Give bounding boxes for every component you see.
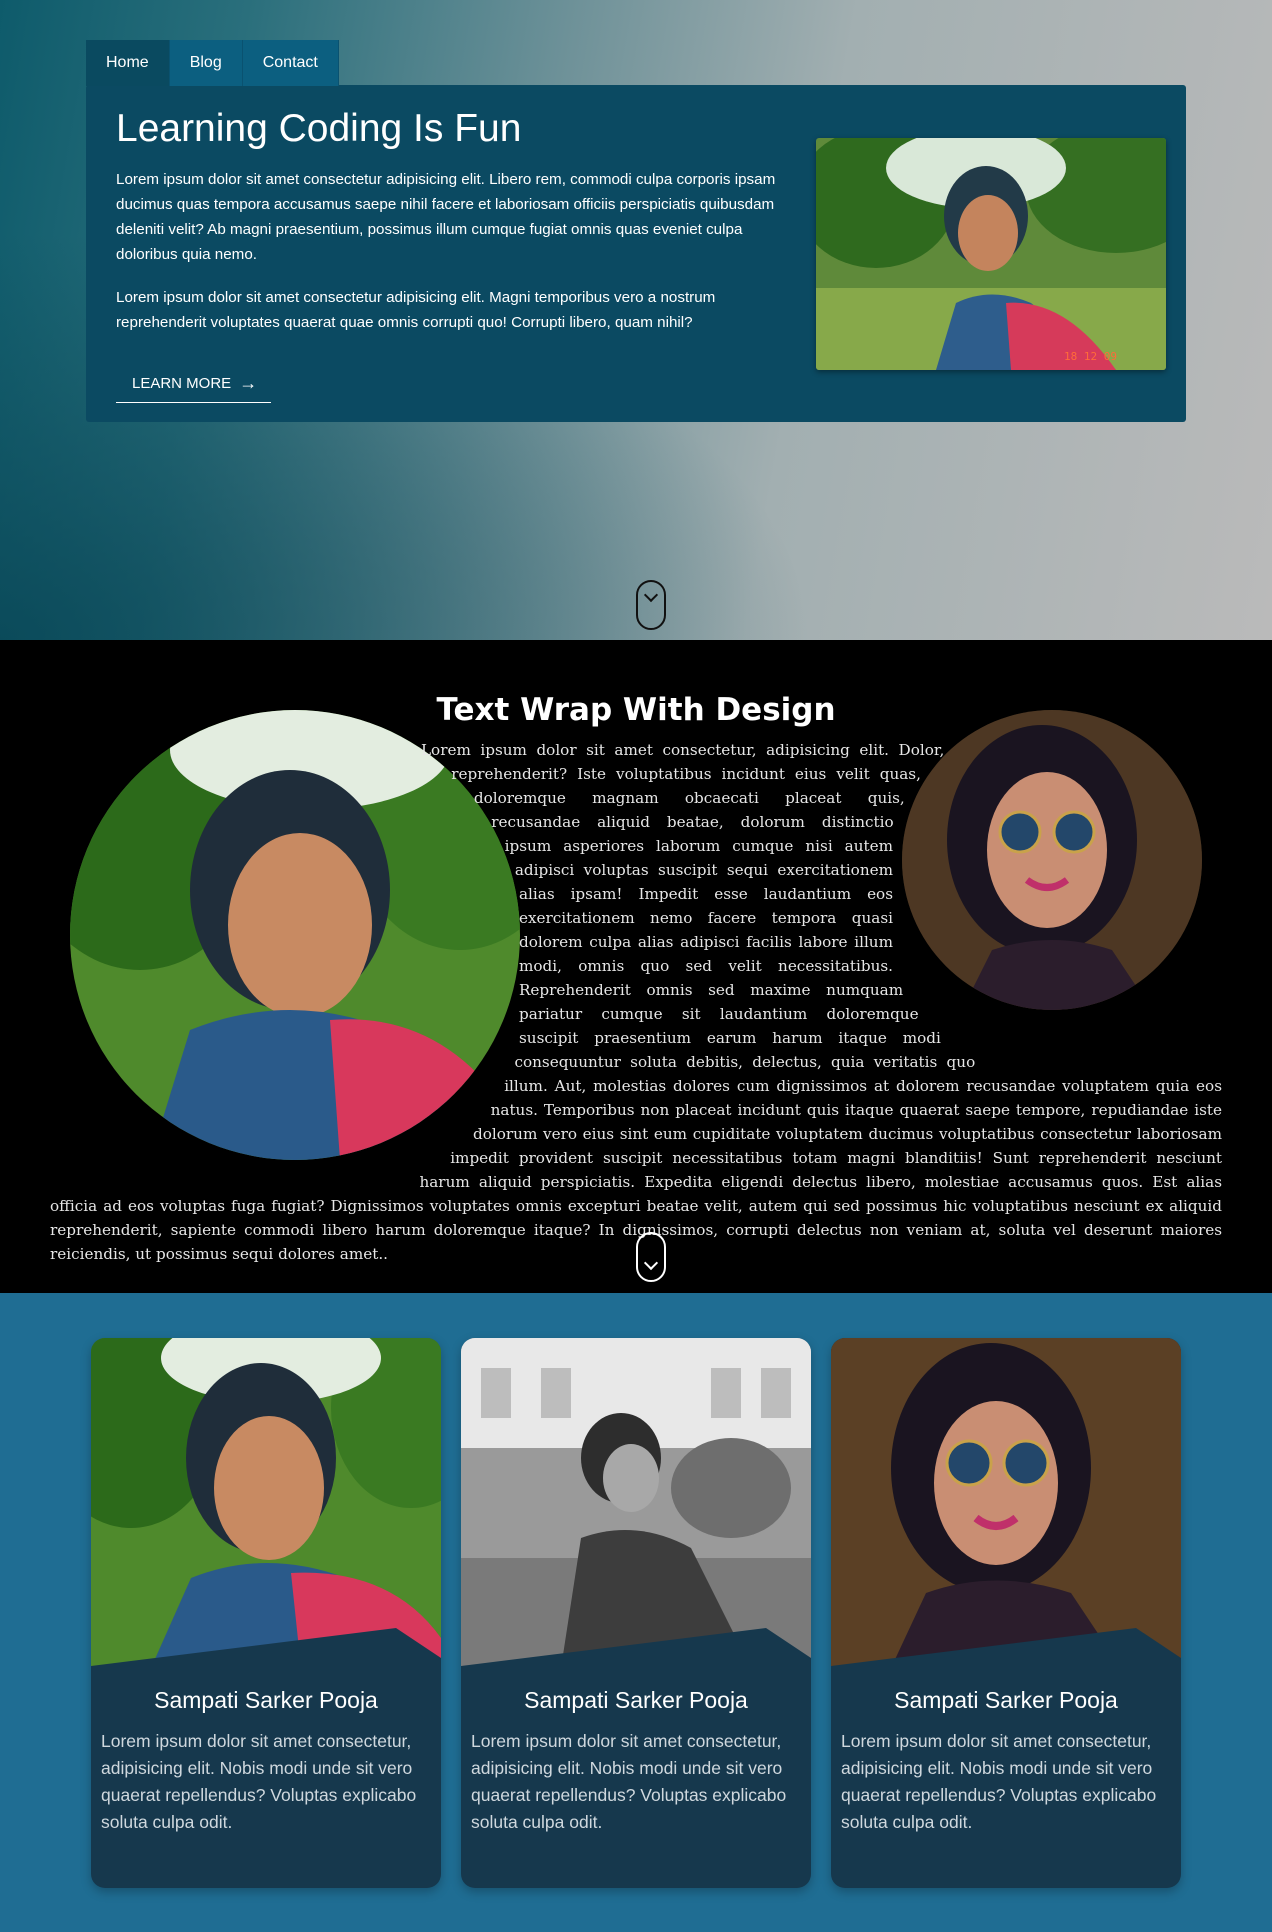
- hero-paragraph-1: Lorem ipsum dolor sit amet consectetur a…: [116, 171, 776, 263]
- profile-name: Sampati Sarker Pooja: [154, 1687, 378, 1713]
- hero-photo-illustration: 18 12 09: [816, 138, 1166, 370]
- tab-blog[interactable]: Blog: [169, 40, 243, 86]
- profile-name: Sampati Sarker Pooja: [524, 1687, 748, 1713]
- profile-card[interactable]: Sampati Sarker Pooja Lorem ipsum dolor s…: [831, 1338, 1181, 1888]
- photo-date-stamp: 18 12 09: [1064, 350, 1117, 363]
- profile-description: Lorem ipsum dolor sit amet consectetur, …: [841, 1731, 1157, 1832]
- profile-card[interactable]: Sampati Sarker Pooja Lorem ipsum dolor s…: [91, 1338, 441, 1888]
- learn-more-label: LEARN MORE: [132, 375, 232, 392]
- profile-name: Sampati Sarker Pooja: [894, 1687, 1118, 1713]
- top-nav: Home Blog Contact: [86, 40, 339, 86]
- hero-card: Learning Coding Is Fun Lorem ipsum dolor…: [86, 85, 1186, 422]
- tab-home[interactable]: Home: [86, 40, 170, 86]
- hero-paragraph-2: Lorem ipsum dolor sit amet consectetur a…: [116, 289, 716, 331]
- page-title: Learning Coding Is Fun: [116, 107, 522, 150]
- profile-description: Lorem ipsum dolor sit amet consectetur, …: [101, 1731, 417, 1832]
- text-wrap-section: Text Wrap With Design Lorem ipsum dolor …: [0, 640, 1272, 1293]
- tab-contact[interactable]: Contact: [242, 40, 339, 86]
- scroll-down-icon-2[interactable]: [636, 1232, 666, 1282]
- arrow-right-icon: →: [239, 373, 258, 393]
- profile-card[interactable]: Sampati Sarker Pooja Lorem ipsum dolor s…: [461, 1338, 811, 1888]
- profile-cards-section: Sampati Sarker Pooja Lorem ipsum dolor s…: [0, 1293, 1272, 1932]
- wrapped-paragraph: Lorem ipsum dolor sit amet consectetur, …: [50, 738, 1222, 1266]
- learn-more-button[interactable]: LEARN MORE →: [116, 365, 271, 403]
- profile-photo: [461, 1338, 811, 1668]
- scroll-down-icon[interactable]: [636, 580, 666, 630]
- profile-photo: [831, 1338, 1181, 1668]
- hero-photo: 18 12 09: [816, 138, 1166, 370]
- hero-section: Home Blog Contact Learning Coding Is Fun…: [0, 0, 1272, 640]
- profile-description: Lorem ipsum dolor sit amet consectetur, …: [471, 1731, 787, 1832]
- profile-photo: [91, 1338, 441, 1668]
